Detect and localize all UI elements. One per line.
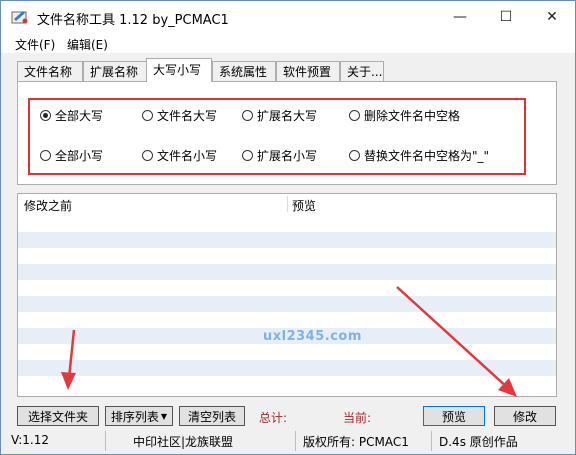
radio-filename-lower[interactable]: 文件名小写	[142, 147, 217, 164]
radio-indicator	[142, 110, 153, 121]
sort-list-button[interactable]: 排序列表 ▼	[105, 406, 173, 426]
button-label: 选择文件夹	[27, 409, 88, 424]
button-label: 预览	[441, 409, 466, 424]
tab-case[interactable]: 大写小写	[146, 58, 212, 82]
tab-extension-name[interactable]: 扩展名称	[83, 61, 147, 81]
column-header-before[interactable]: 修改之前	[24, 197, 72, 214]
button-label: 排序列表	[110, 409, 159, 424]
radio-indicator	[142, 150, 153, 161]
table-row[interactable]	[18, 264, 556, 280]
close-button[interactable]: ✕	[529, 1, 575, 33]
radio-indicator	[40, 110, 51, 121]
radio-label: 扩展名小写	[257, 149, 318, 163]
table-row[interactable]	[18, 296, 556, 312]
maximize-button[interactable]: ☐	[483, 1, 529, 33]
column-divider[interactable]	[287, 196, 288, 212]
radio-indicator	[40, 150, 51, 161]
tab-system-attributes[interactable]: 系统属性	[212, 61, 276, 81]
column-header-preview[interactable]: 预览	[292, 197, 316, 214]
radio-label: 文件名大写	[157, 109, 218, 123]
app-window: 文件名称工具 1.12 by_PCMAC1 — ☐ ✕ 文件(F) 编辑(E) …	[0, 0, 576, 455]
table-row[interactable]	[18, 232, 556, 248]
clear-list-button[interactable]: 清空列表	[179, 406, 245, 426]
title-bar[interactable]: 文件名称工具 1.12 by_PCMAC1 — ☐ ✕	[1, 1, 575, 33]
radio-label: 扩展名大写	[257, 109, 318, 123]
radio-extension-lower[interactable]: 扩展名小写	[242, 147, 317, 164]
status-bar: V:1.12 中印社区|龙族联盟 版权所有: PCMAC1 D.4s 原创作品	[1, 429, 575, 454]
radio-indicator	[349, 150, 360, 161]
radio-label: 替换文件名中空格为"_"	[364, 149, 490, 163]
window-title: 文件名称工具 1.12 by_PCMAC1	[37, 13, 229, 28]
status-community: 中印社区|龙族联盟	[133, 435, 234, 449]
tab-about[interactable]: 关于...	[340, 61, 384, 81]
app-icon	[11, 11, 28, 24]
minimize-button[interactable]: —	[437, 1, 483, 33]
status-divider	[295, 431, 296, 451]
preview-button[interactable]: 预览	[423, 406, 485, 426]
table-row[interactable]	[18, 360, 556, 376]
radio-label: 文件名小写	[157, 149, 218, 163]
button-label: 修改	[512, 409, 537, 424]
select-folder-button[interactable]: 选择文件夹	[17, 406, 99, 426]
tab-file-name[interactable]: 文件名称	[17, 61, 83, 81]
watermark: uxl2345.com	[263, 329, 362, 344]
radio-label: 全部小写	[55, 149, 104, 163]
modify-button[interactable]: 修改	[494, 406, 556, 426]
radio-replace-spaces[interactable]: 替换文件名中空格为"_"	[349, 147, 489, 164]
case-options-panel: 全部大写 文件名大写 扩展名大写 删除文件名中空格 全部小写 文件名小写 扩展名…	[17, 81, 557, 185]
radio-filename-upper[interactable]: 文件名大写	[142, 107, 217, 124]
radio-extension-upper[interactable]: 扩展名大写	[242, 107, 317, 124]
status-version: V:1.12	[11, 433, 49, 447]
status-divider	[431, 431, 432, 451]
tab-presets[interactable]: 软件预置	[276, 61, 340, 81]
status-copyright: 版权所有: PCMAC1	[303, 435, 409, 449]
menu-bar: 文件(F) 编辑(E)	[1, 33, 575, 53]
dropdown-arrow-icon: ▼	[160, 411, 168, 421]
radio-indicator	[242, 110, 253, 121]
radio-indicator	[349, 110, 360, 121]
button-label: 清空列表	[187, 409, 236, 424]
status-author: D.4s 原创作品	[439, 435, 518, 449]
radio-all-upper[interactable]: 全部大写	[40, 107, 103, 124]
radio-all-lower[interactable]: 全部小写	[40, 147, 103, 164]
total-count-label: 总计:	[259, 411, 288, 425]
radio-label: 全部大写	[55, 109, 104, 123]
file-list[interactable]: 修改之前 预览	[17, 193, 557, 397]
radio-remove-spaces[interactable]: 删除文件名中空格	[349, 107, 460, 124]
status-divider	[105, 431, 106, 451]
radio-label: 删除文件名中空格	[364, 109, 461, 123]
current-label: 当前:	[343, 411, 372, 425]
menu-file[interactable]: 文件(F)	[15, 36, 55, 53]
radio-indicator	[242, 150, 253, 161]
menu-edit[interactable]: 编辑(E)	[67, 36, 108, 53]
list-header: 修改之前 预览	[18, 194, 556, 214]
